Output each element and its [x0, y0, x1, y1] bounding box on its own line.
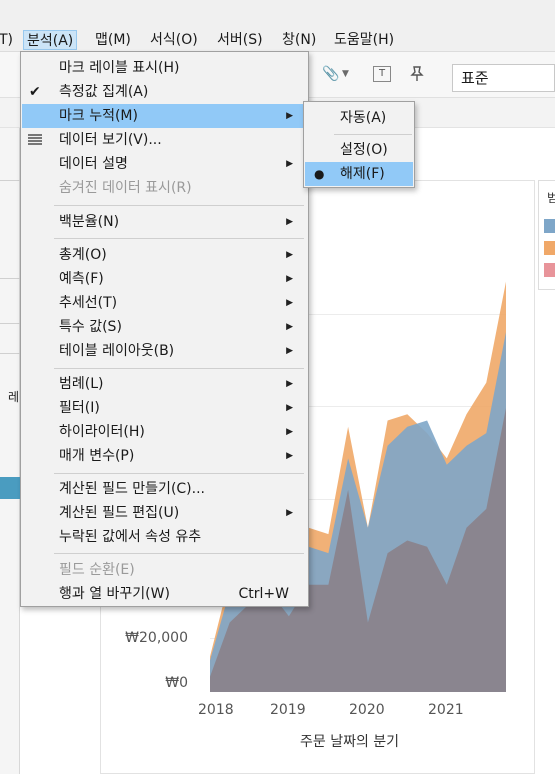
menu-item-parameters[interactable]: 매개 변수(P) ▶ [22, 444, 307, 468]
submenu-arrow-icon: ▶ [286, 274, 293, 284]
menu-item-legends[interactable]: 범례(L) ▶ [22, 372, 307, 396]
submenu-item-automatic[interactable]: 자동(A) [305, 106, 413, 130]
submenu-arrow-icon: ▶ [286, 322, 293, 332]
menu-item-table-layout[interactable]: 테이블 레이아웃(B) ▶ [22, 339, 307, 363]
menu-item-percentages[interactable]: 백분율(N) ▶ [22, 210, 307, 234]
color-legend: 범 [538, 180, 555, 290]
menu-item-label: 행과 열 바꾸기(W) [59, 586, 170, 602]
menu-item-label: 하이라이터(H) [59, 424, 145, 440]
x-tick-label: 2018 [198, 702, 234, 718]
menu-item-stack-marks[interactable]: 마크 누적(M) ▶ [22, 104, 307, 128]
submenu-item-label: 자동(A) [340, 110, 387, 126]
shortcut-label: Ctrl+W [238, 586, 289, 602]
menu-item-label: 범례(L) [59, 376, 104, 392]
menu-item-totals[interactable]: 총계(O) ▶ [22, 243, 307, 267]
y-tick-label: ₩0 [165, 675, 188, 691]
menu-item-special-values[interactable]: 특수 값(S) ▶ [22, 315, 307, 339]
menu-item-label: 필드 순환(E) [59, 562, 135, 578]
x-tick-label: 2020 [349, 702, 385, 718]
menu-item-label: 데이터 보기(V)... [59, 132, 162, 148]
submenu-arrow-icon: ▶ [286, 159, 293, 169]
menu-item-highlighters[interactable]: 하이라이터(H) ▶ [22, 420, 307, 444]
submenu-arrow-icon: ▶ [286, 427, 293, 437]
submenu-arrow-icon: ▶ [286, 508, 293, 518]
menu-separator [54, 553, 304, 554]
menu-item-label: 누락된 값에서 속성 유추 [59, 529, 202, 545]
menu-item-create-calculated-field[interactable]: 계산된 필드 만들기(C)... [22, 477, 307, 501]
y-tick-label: ₩20,000 [125, 630, 188, 646]
menu-item-label: 매개 변수(P) [59, 448, 135, 464]
menu-item-label: 숨겨진 데이터 표시(R) [59, 180, 192, 196]
menu-item-label: 마크 누적(M) [59, 108, 138, 124]
submenu-arrow-icon: ▶ [286, 111, 293, 121]
menu-item-label: 백분율(N) [59, 214, 120, 230]
legend-swatch[interactable] [544, 241, 555, 255]
menu-item-label: 예측(F) [59, 271, 104, 287]
submenu-arrow-icon: ▶ [286, 217, 293, 227]
x-tick-label: 2019 [270, 702, 306, 718]
menu-item-label: 계산된 필드 편집(U) [59, 505, 180, 521]
legend-title: 범 [547, 191, 555, 205]
menu-item-reveal-hidden-data: 숨겨진 데이터 표시(R) [22, 176, 307, 200]
menu-item-label: 총계(O) [59, 247, 107, 263]
menu-item-label: 데이터 설명 [59, 156, 128, 172]
menu-separator [54, 473, 304, 474]
menu-item-label: 특수 값(S) [59, 319, 122, 335]
legend-swatch[interactable] [544, 219, 555, 233]
radio-bullet-icon: ● [314, 167, 325, 181]
menu-item-aggregate-measures[interactable]: ✔ 측정값 집계(A) [22, 80, 307, 104]
menu-item-label: 계산된 필드 만들기(C)... [59, 481, 205, 497]
menu-separator [54, 368, 304, 369]
menu-item-forecast[interactable]: 예측(F) ▶ [22, 267, 307, 291]
menu-item-infer-properties[interactable]: 누락된 값에서 속성 유추 [22, 525, 307, 549]
menu-item-edit-calculated-field[interactable]: 계산된 필드 편집(U) ▶ [22, 501, 307, 525]
menu-item-label: 테이블 레이아웃(B) [59, 343, 175, 359]
data-grid-icon [28, 134, 42, 146]
submenu-item-off[interactable]: ● 해제(F) [305, 162, 413, 186]
menu-item-label: 필터(I) [59, 400, 100, 416]
menu-item-trend-lines[interactable]: 추세선(T) ▶ [22, 291, 307, 315]
menu-item-cycle-fields: 필드 순환(E) [22, 558, 307, 582]
analysis-menu: 마크 레이블 표시(H) ✔ 측정값 집계(A) 마크 누적(M) ▶ 데이터 … [20, 51, 309, 607]
menu-item-show-mark-labels[interactable]: 마크 레이블 표시(H) [22, 56, 307, 80]
submenu-arrow-icon: ▶ [286, 451, 293, 461]
submenu-arrow-icon: ▶ [286, 379, 293, 389]
x-axis-title: 주문 날짜의 분기 [300, 734, 400, 750]
stack-marks-submenu: 자동(A) 설정(O) ● 해제(F) [303, 101, 415, 188]
submenu-item-label: 해제(F) [340, 166, 385, 182]
submenu-item-on[interactable]: 설정(O) [305, 138, 413, 162]
legend-swatch[interactable] [544, 263, 555, 277]
menu-item-filters[interactable]: 필터(I) ▶ [22, 396, 307, 420]
menu-separator [54, 205, 304, 206]
menu-item-label: 측정값 집계(A) [59, 84, 149, 100]
submenu-arrow-icon: ▶ [286, 250, 293, 260]
menu-item-explain-data[interactable]: 데이터 설명 ▶ [22, 152, 307, 176]
submenu-item-label: 설정(O) [340, 142, 388, 158]
menu-item-view-data[interactable]: 데이터 보기(V)... [22, 128, 307, 152]
submenu-arrow-icon: ▶ [286, 346, 293, 356]
submenu-arrow-icon: ▶ [286, 403, 293, 413]
submenu-arrow-icon: ▶ [286, 298, 293, 308]
menu-separator [334, 134, 412, 135]
x-tick-label: 2021 [428, 702, 464, 718]
checkmark-icon: ✔ [29, 84, 41, 100]
menu-separator [54, 238, 304, 239]
menu-item-label: 추세선(T) [59, 295, 118, 311]
menu-item-label: 마크 레이블 표시(H) [59, 60, 180, 76]
menu-item-swap-rows-columns[interactable]: 행과 열 바꾸기(W) Ctrl+W [22, 582, 307, 606]
